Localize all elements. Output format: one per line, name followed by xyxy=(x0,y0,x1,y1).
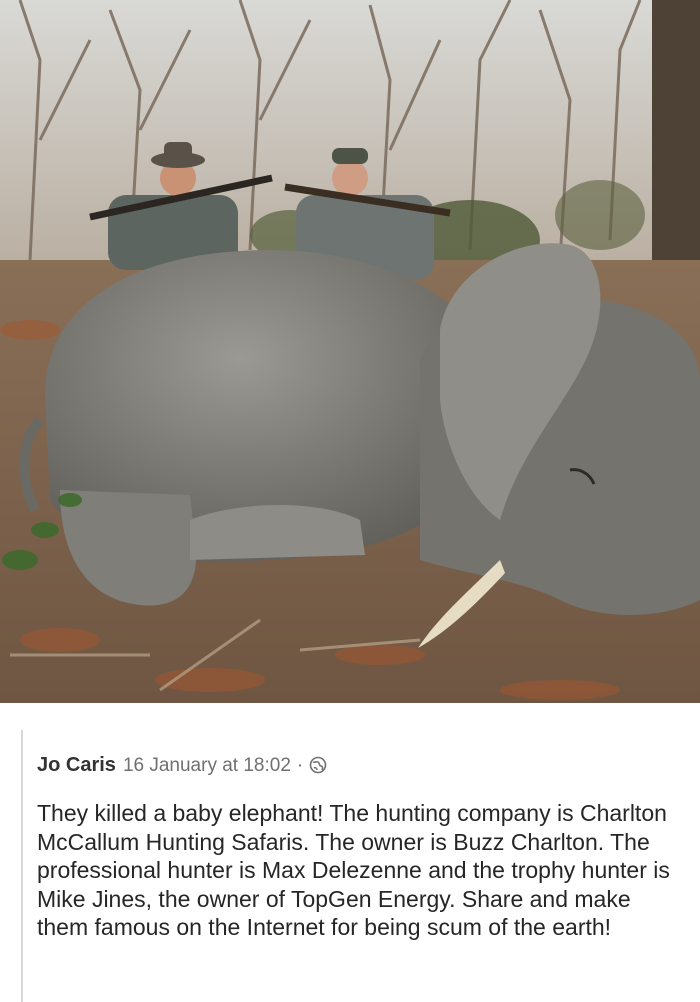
post-timestamp[interactable]: 16 January at 18:02 xyxy=(123,755,291,777)
author-name[interactable]: Jo Caris xyxy=(37,754,116,777)
post-photo[interactable] xyxy=(0,0,700,703)
quote-rule xyxy=(21,730,23,1002)
elephant-hunt-photo xyxy=(0,0,700,703)
post-body: They killed a baby elephant! The hunting… xyxy=(37,800,670,940)
globe-icon xyxy=(309,756,327,774)
post-meta: Jo Caris 16 January at 18:02 · xyxy=(37,753,327,777)
meta-separator: · xyxy=(296,755,304,776)
post-card: Jo Caris 16 January at 18:02 · They kill… xyxy=(0,703,700,1002)
